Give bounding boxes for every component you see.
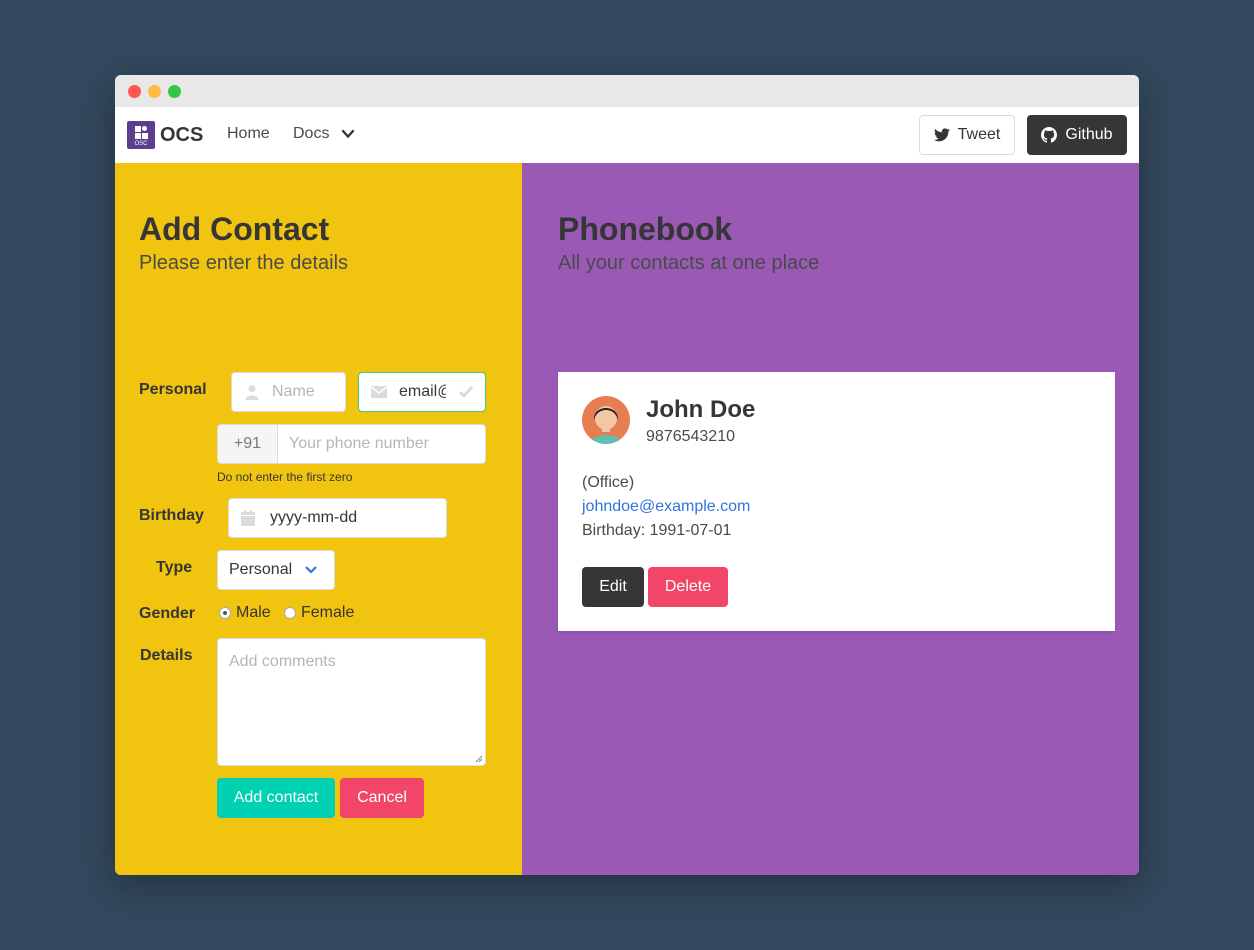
- contact-email-link[interactable]: johndoe@example.com: [582, 498, 750, 516]
- radio-checked-icon: [219, 607, 231, 619]
- navbar: OSC OCS Home Docs Tweet Github: [115, 107, 1139, 163]
- nav-docs-dropdown[interactable]: Docs: [293, 125, 355, 143]
- brand-name: OCS: [160, 123, 204, 146]
- chevron-down-icon: [342, 129, 355, 139]
- email-field[interactable]: email@: [358, 372, 486, 412]
- tweet-button[interactable]: Tweet: [919, 115, 1015, 155]
- type-selected-value: Personal: [229, 561, 293, 578]
- nav-docs-label: Docs: [293, 125, 330, 142]
- envelope-icon: [371, 386, 387, 398]
- phonebook-panel: Phonebook All your contacts at one place…: [522, 163, 1139, 875]
- edit-button[interactable]: Edit: [582, 567, 644, 607]
- birthday-label: Birthday: [139, 507, 204, 524]
- add-contact-button[interactable]: Add contact: [217, 778, 335, 818]
- add-contact-title: Add Contact: [139, 211, 330, 247]
- add-contact-panel: Add Contact Please enter the details Per…: [115, 163, 522, 875]
- resize-handle-icon[interactable]: [475, 755, 483, 763]
- contact-phone: 9876543210: [646, 428, 735, 445]
- contact-name: John Doe: [646, 396, 756, 423]
- details-placeholder: Add comments: [229, 653, 336, 670]
- gender-female-label: Female: [301, 604, 355, 621]
- brand[interactable]: OSC OCS: [127, 121, 203, 149]
- type-label: Type: [156, 559, 193, 576]
- close-window-button[interactable]: [128, 85, 141, 98]
- avatar: [582, 396, 630, 444]
- browser-window: OSC OCS Home Docs Tweet Github Add Conta…: [115, 75, 1139, 875]
- brand-logo-text: OSC: [134, 141, 148, 147]
- chevron-down-icon: [305, 566, 317, 574]
- twitter-icon: [933, 128, 950, 142]
- birthday-field[interactable]: yyyy-mm-dd: [228, 498, 447, 538]
- minimize-window-button[interactable]: [148, 85, 161, 98]
- cancel-button[interactable]: Cancel: [340, 778, 424, 818]
- check-icon: [458, 386, 474, 399]
- name-placeholder: Name: [272, 383, 315, 400]
- gender-male-option[interactable]: Male: [219, 604, 271, 622]
- title-bar: [115, 75, 1139, 107]
- phone-prefix: +91: [217, 424, 278, 464]
- gender-female-option[interactable]: Female: [284, 604, 354, 622]
- birthday-value: yyyy-mm-dd: [270, 509, 358, 526]
- user-icon: [245, 385, 259, 400]
- tweet-label: Tweet: [957, 126, 1001, 143]
- nav-home-link[interactable]: Home: [227, 125, 270, 143]
- details-textarea[interactable]: Add comments: [217, 638, 486, 766]
- radio-unchecked-icon: [284, 607, 296, 619]
- phonebook-subtitle: All your contacts at one place: [558, 252, 820, 274]
- contact-card: John Doe 9876543210 (Office) johndoe@exa…: [558, 372, 1115, 631]
- gender-label: Gender: [139, 605, 196, 622]
- phonebook-title: Phonebook: [558, 211, 733, 247]
- gender-male-label: Male: [236, 604, 271, 621]
- email-value: email@: [399, 383, 446, 400]
- maximize-window-button[interactable]: [168, 85, 181, 98]
- personal-label: Personal: [139, 381, 207, 398]
- phone-field[interactable]: Your phone number: [277, 424, 486, 464]
- phone-help-text: Do not enter the first zero: [217, 470, 353, 484]
- delete-button[interactable]: Delete: [648, 567, 728, 607]
- contact-type: (Office): [582, 474, 635, 491]
- name-field[interactable]: Name: [231, 372, 346, 412]
- github-button[interactable]: Github: [1027, 115, 1127, 155]
- details-label: Details: [140, 647, 193, 664]
- calendar-icon: [241, 510, 255, 526]
- add-contact-subtitle: Please enter the details: [139, 252, 349, 274]
- contact-birthday: Birthday: 1991-07-01: [582, 522, 732, 539]
- brand-logo-icon: OSC: [127, 121, 155, 149]
- phone-placeholder: Your phone number: [289, 435, 429, 452]
- type-select[interactable]: Personal: [217, 550, 335, 590]
- github-label: Github: [1065, 126, 1113, 143]
- github-icon: [1041, 127, 1058, 143]
